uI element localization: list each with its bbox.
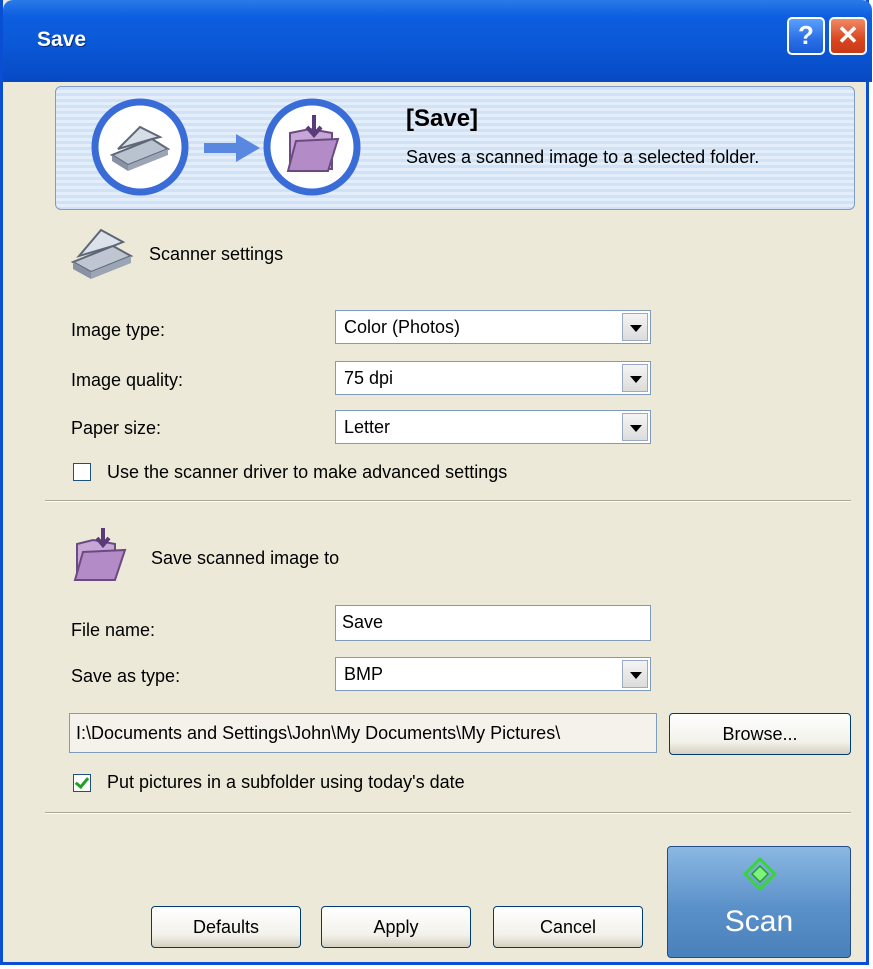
section-divider — [45, 500, 851, 502]
chevron-down-icon[interactable] — [622, 313, 648, 341]
paper-size-value: Letter — [344, 417, 391, 437]
banner-scanner-icon — [91, 98, 189, 196]
arrow-right-icon — [204, 134, 260, 162]
image-type-select[interactable]: Color (Photos) — [335, 310, 651, 344]
close-icon: ✕ — [837, 20, 859, 50]
browse-button[interactable]: Browse... — [669, 713, 851, 755]
image-quality-label: Image quality: — [71, 370, 184, 390]
banner-save-folder-icon — [263, 98, 361, 196]
title-bar[interactable]: Save ? ✕ — [3, 0, 872, 82]
scan-start-icon — [743, 857, 777, 891]
save-path-value: I:\Documents and Settings\John\My Docume… — [76, 723, 561, 743]
apply-button[interactable]: Apply — [321, 906, 471, 948]
scan-button[interactable]: Scan — [667, 846, 851, 958]
file-name-label: File name: — [71, 620, 156, 640]
cancel-button[interactable]: Cancel — [493, 906, 643, 948]
save-as-type-label: Save as type: — [71, 666, 181, 686]
image-type-value: Color (Photos) — [344, 317, 461, 337]
subfolder-label[interactable]: Put pictures in a subfolder using today'… — [107, 772, 465, 793]
banner-description: Saves a scanned image to a selected fold… — [406, 147, 760, 167]
banner-title: [Save] — [406, 105, 479, 132]
image-type-label: Image type: — [71, 320, 166, 340]
defaults-button[interactable]: Defaults — [151, 906, 301, 948]
save-to-heading: Save scanned image to — [151, 548, 340, 568]
scanner-icon — [70, 228, 134, 279]
close-button[interactable]: ✕ — [829, 17, 867, 55]
chevron-down-icon[interactable] — [622, 364, 648, 392]
section-divider — [45, 812, 851, 814]
save-path-field: I:\Documents and Settings\John\My Docume… — [69, 713, 657, 753]
paper-size-label: Paper size: — [71, 418, 162, 438]
image-quality-value: 75 dpi — [344, 368, 394, 388]
subfolder-checkbox[interactable] — [73, 774, 91, 792]
chevron-down-icon[interactable] — [622, 413, 648, 441]
save-as-type-select[interactable]: BMP — [335, 657, 651, 691]
chevron-down-icon[interactable] — [622, 660, 648, 688]
advanced-settings-checkbox[interactable] — [73, 463, 91, 481]
save-dialog: Save ? ✕ [Save] Saves a scanned image to… — [0, 0, 872, 965]
help-icon: ? — [798, 20, 814, 50]
advanced-settings-label[interactable]: Use the scanner driver to make advanced … — [107, 462, 507, 483]
scan-label: Scan — [724, 905, 794, 938]
image-quality-select[interactable]: 75 dpi — [335, 361, 651, 395]
header-banner: [Save] Saves a scanned image to a select… — [55, 86, 855, 210]
file-name-input[interactable]: Save — [335, 605, 651, 641]
window-title: Save — [37, 28, 87, 51]
save-folder-icon — [73, 528, 127, 581]
file-name-value: Save — [342, 612, 384, 632]
paper-size-select[interactable]: Letter — [335, 410, 651, 444]
scanner-settings-heading: Scanner settings — [149, 244, 284, 264]
help-button[interactable]: ? — [787, 17, 825, 55]
save-as-type-value: BMP — [344, 664, 384, 684]
